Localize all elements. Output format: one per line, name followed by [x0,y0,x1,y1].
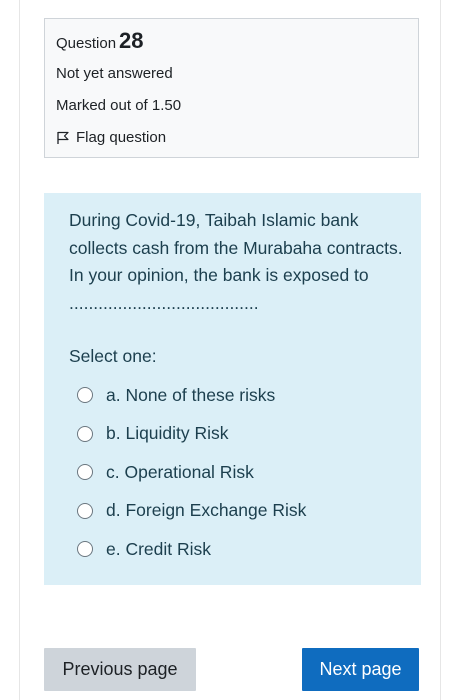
answer-option-label: d. Foreign Exchange Risk [106,500,307,521]
answer-option-label: e. Credit Risk [106,538,212,559]
question-state: Not yet answered [56,65,173,82]
radio-unchecked-icon[interactable] [77,464,93,481]
radio-unchecked-icon[interactable] [77,425,93,442]
radio-unchecked-icon[interactable] [77,541,93,558]
question-number: 28 [119,28,144,53]
question-info-panel: Question 28 Not yet answered Marked out o… [44,18,419,158]
next-page-button[interactable]: Next page [302,648,419,691]
answer-option-c[interactable]: c. Operational Risk [77,453,306,492]
content-border-right [440,0,441,700]
answer-option-a[interactable]: a. None of these risks [77,376,306,415]
flag-question-label: Flag question [76,129,167,146]
quiz-page: Question 28 Not yet answered Marked out o… [0,0,466,700]
question-label: Question [56,35,117,52]
answer-option-b[interactable]: b. Liquidity Risk [77,415,306,454]
question-heading: Question 28 [56,27,144,58]
answer-option-label: b. Liquidity Risk [106,423,229,444]
radio-unchecked-icon[interactable] [77,502,93,519]
answer-option-e[interactable]: e. Credit Risk [77,530,306,569]
answer-option-label: c. Operational Risk [106,461,254,482]
previous-page-button[interactable]: Previous page [44,648,196,691]
flag-question-link[interactable]: Flag question [56,129,166,146]
content-border-left [19,0,20,700]
question-content-panel: During Covid-19, Taibah Islamic bank col… [44,193,421,585]
question-grade: Marked out of 1.50 [56,97,182,114]
answer-options: a. None of these risks b. Liquidity Risk… [77,376,306,569]
question-text: During Covid-19, Taibah Islamic bank col… [69,210,403,313]
answer-option-d[interactable]: d. Foreign Exchange Risk [77,492,306,531]
answer-prompt: Select one: [69,346,157,366]
flag-icon [56,131,70,145]
radio-unchecked-icon[interactable] [77,387,93,404]
answer-option-label: a. None of these risks [106,384,276,405]
